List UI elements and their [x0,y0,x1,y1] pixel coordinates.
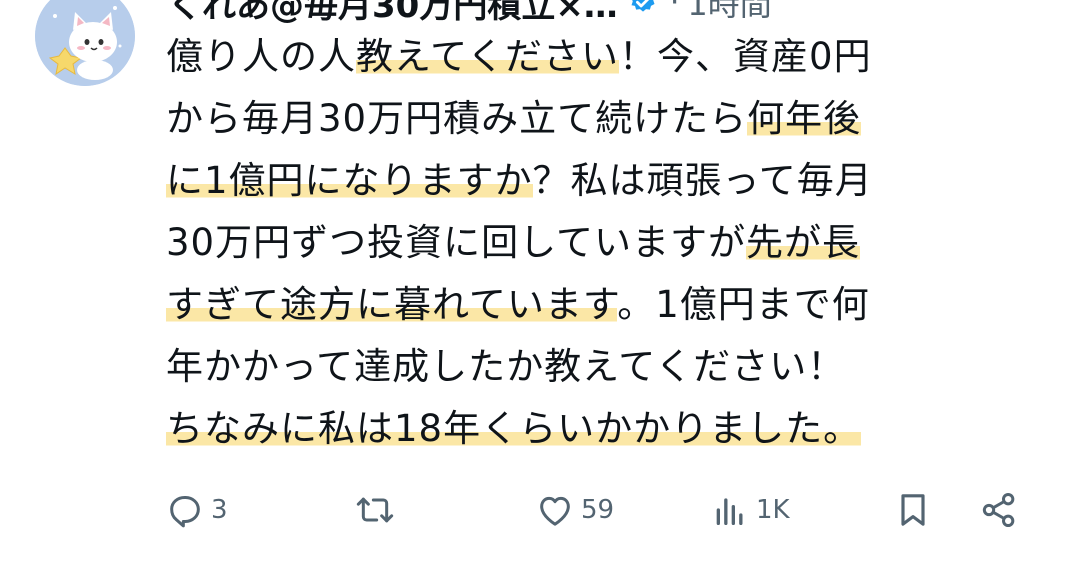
separator-dot: · [669,0,680,20]
author-name[interactable]: くれあ@毎月30万円積立×… [168,0,618,27]
text-segment: から毎月30万円積み立て続けたら [166,97,748,140]
highlighted-text: ちなみに私は18年くらいかかりました。 [166,407,862,450]
repost-button[interactable] [355,484,401,536]
post-text-line: ちなみに私は18年くらいかかりました。 [166,398,1046,460]
avatar-cat-illustration [35,0,135,86]
reply-count: 3 [211,495,228,525]
post-text: 億り人の人教えてください！今、資産0円 から毎月30万円積み立て続けたら何年後 … [166,26,1046,460]
reply-icon [170,496,200,528]
text-segment: 30万円ずつ投資に回していますが [166,221,746,264]
post-text-line: 30万円ずつ投資に回していますが先が長 [166,212,1046,274]
share-icon [982,493,1015,527]
post-header: くれあ@毎月30万円積立×… · 1時間 [168,0,1048,27]
bookmark-icon [901,494,925,526]
views-count: 1K [756,495,790,525]
text-segment: 。1億円まで何 [617,283,870,326]
highlighted-text: 教えてください [356,35,620,78]
text-segment: ？私は頑張って毎月 [532,159,873,202]
highlighted-text: 先が長 [745,221,860,264]
repost-icon [356,497,394,523]
share-button[interactable] [979,484,1019,536]
like-count: 59 [581,495,615,525]
post-text-line: 年かかって達成したか教えてください！ [166,336,1046,398]
verified-badge-icon [628,0,658,17]
highlighted-text: に1億円になりますか [166,159,533,202]
text-segment: ！今、資産0円 [619,35,872,78]
reply-button[interactable]: 3 [165,484,228,536]
post-text-line: から毎月30万円積み立て続けたら何年後 [166,88,1046,150]
like-button[interactable]: 59 [535,484,614,536]
text-segment: 年かかって達成したか教えてください！ [166,345,846,388]
highlighted-text: 何年後 [747,97,862,140]
post-text-line: 億り人の人教えてください！今、資産0円 [166,26,1046,88]
post-text-line: に1億円になりますか？私は頑張って毎月 [166,150,1046,212]
bookmark-button[interactable] [893,484,933,536]
views-icon [716,498,743,525]
avatar[interactable] [35,0,135,86]
action-bar: 3 59 1K [165,484,1025,536]
text-segment: 億り人の人 [166,35,356,78]
post-time[interactable]: 1時間 [687,0,771,25]
views-button[interactable]: 1K [710,484,790,536]
highlighted-text: すぎて途方に暮れています [166,283,618,326]
post-text-line: すぎて途方に暮れています。1億円まで何 [166,274,1046,336]
like-icon [540,496,570,526]
